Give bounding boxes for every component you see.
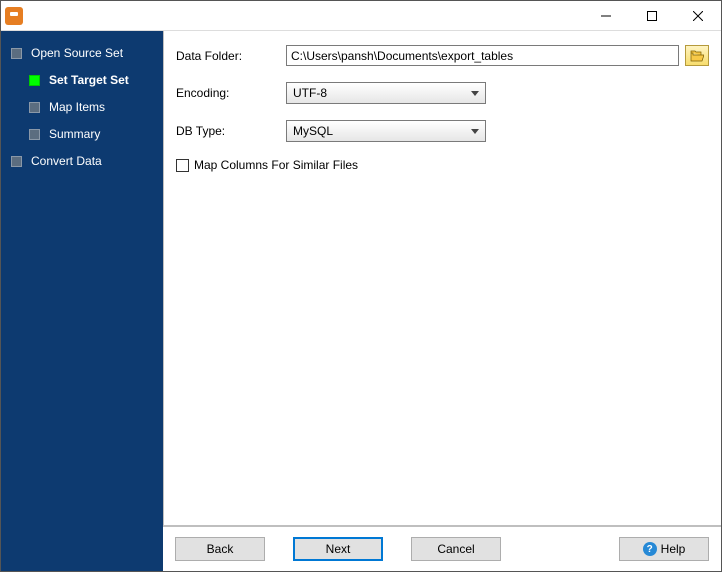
body: Open Source Set Set Target Set Map Items…: [1, 31, 721, 571]
titlebar-left: [5, 7, 29, 25]
sidebar-item-open-source-set[interactable]: Open Source Set: [11, 41, 163, 65]
chevron-down-icon: [465, 83, 485, 103]
sidebar-item-label: Convert Data: [31, 154, 102, 168]
nav-bullet-icon: [11, 156, 22, 167]
nav-bullet-icon: [11, 48, 22, 59]
footer-left: Back Next Cancel: [175, 537, 501, 561]
label-db-type: DB Type:: [176, 124, 286, 138]
back-button[interactable]: Back: [175, 537, 265, 561]
close-button[interactable]: [675, 1, 721, 31]
cancel-button[interactable]: Cancel: [411, 537, 501, 561]
row-encoding: Encoding: UTF-8: [176, 82, 709, 104]
encoding-value: UTF-8: [293, 86, 327, 100]
main: Data Folder: Encoding: UTF-8: [163, 31, 721, 571]
browse-folder-button[interactable]: [685, 45, 709, 66]
help-icon: ?: [643, 542, 657, 556]
help-label: Help: [661, 542, 686, 556]
content-area: Data Folder: Encoding: UTF-8: [163, 31, 721, 526]
next-button[interactable]: Next: [293, 537, 383, 561]
label-data-folder: Data Folder:: [176, 49, 286, 63]
nav-bullet-icon: [29, 75, 40, 86]
sidebar-item-label: Open Source Set: [31, 46, 123, 60]
map-columns-checkbox[interactable]: [176, 159, 189, 172]
label-map-columns[interactable]: Map Columns For Similar Files: [194, 158, 358, 172]
maximize-icon: [647, 11, 657, 21]
db-type-select[interactable]: MySQL: [286, 120, 486, 142]
chevron-down-icon: [465, 121, 485, 141]
sidebar-item-label: Set Target Set: [49, 73, 129, 87]
nav-bullet-icon: [29, 129, 40, 140]
nav-bullet-icon: [29, 102, 40, 113]
folder-open-icon: [690, 50, 704, 62]
sidebar: Open Source Set Set Target Set Map Items…: [1, 31, 163, 571]
row-map-columns: Map Columns For Similar Files: [176, 158, 709, 172]
sidebar-item-summary[interactable]: Summary: [11, 122, 163, 146]
window-controls: [583, 1, 721, 31]
wizard-window: Open Source Set Set Target Set Map Items…: [0, 0, 722, 572]
row-data-folder: Data Folder:: [176, 45, 709, 66]
sidebar-item-set-target-set[interactable]: Set Target Set: [11, 68, 163, 92]
close-icon: [693, 11, 703, 21]
maximize-button[interactable]: [629, 1, 675, 31]
help-button[interactable]: ? Help: [619, 537, 709, 561]
data-folder-input[interactable]: [286, 45, 679, 66]
db-type-value: MySQL: [293, 124, 333, 138]
minimize-button[interactable]: [583, 1, 629, 31]
sidebar-item-convert-data[interactable]: Convert Data: [11, 149, 163, 173]
sidebar-item-map-items[interactable]: Map Items: [11, 95, 163, 119]
footer: Back Next Cancel ? Help: [163, 526, 721, 571]
minimize-icon: [601, 11, 611, 21]
sidebar-item-label: Map Items: [49, 100, 105, 114]
label-encoding: Encoding:: [176, 86, 286, 100]
row-db-type: DB Type: MySQL: [176, 120, 709, 142]
sidebar-item-label: Summary: [49, 127, 100, 141]
titlebar: [1, 1, 721, 31]
app-icon: [5, 7, 23, 25]
encoding-select[interactable]: UTF-8: [286, 82, 486, 104]
